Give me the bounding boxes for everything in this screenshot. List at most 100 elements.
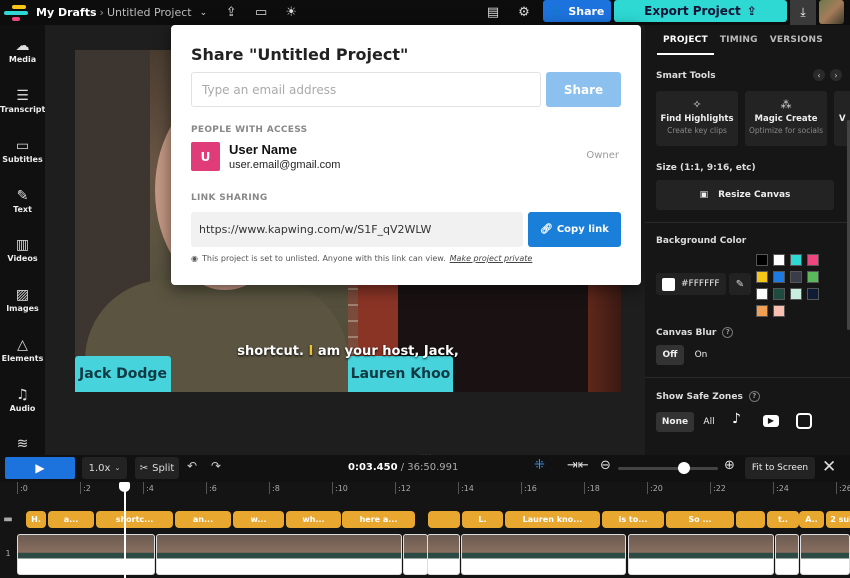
subtitle-clip[interactable]: an... — [175, 511, 231, 528]
safe-zone-none-option[interactable]: None — [656, 412, 694, 432]
redo-icon[interactable]: ↷ — [211, 459, 221, 473]
color-swatch[interactable] — [756, 288, 768, 300]
subtitle-clip[interactable]: a... — [48, 511, 94, 528]
download-button[interactable]: ⤓ — [790, 0, 816, 25]
share-button[interactable]: 👤 Share — [543, 0, 611, 22]
resize-canvas-button[interactable]: ▣ Resize Canvas — [656, 180, 834, 210]
sidebar-item-media[interactable]: ☁ Media — [0, 37, 45, 64]
background-color-input[interactable]: #FFFFFF — [656, 273, 726, 295]
video-clip[interactable] — [461, 534, 626, 575]
sidebar-item-text[interactable]: ✎ Text — [0, 187, 45, 214]
tab-versions[interactable]: VERSIONS — [764, 25, 829, 55]
color-swatch[interactable] — [807, 288, 819, 300]
color-swatch[interactable] — [807, 271, 819, 283]
sidebar-item-layers[interactable]: ≋ — [0, 435, 45, 453]
subtitle-clip[interactable]: A.. — [799, 511, 824, 528]
zoom-out-icon[interactable]: ⊖ — [600, 458, 611, 473]
chevron-down-icon[interactable]: ⌄ — [200, 8, 208, 18]
help-icon[interactable]: ? — [748, 391, 760, 402]
color-swatch[interactable] — [790, 288, 802, 300]
split-button[interactable]: ✂ Split — [135, 457, 179, 479]
color-swatch[interactable] — [807, 254, 819, 266]
name-tag-left[interactable]: Jack Dodge — [75, 356, 171, 392]
gear-icon[interactable]: ⚙ — [516, 5, 532, 20]
color-swatch[interactable] — [773, 305, 785, 317]
subtitle-clip[interactable]: wh... — [286, 511, 341, 528]
find-highlights-tool[interactable]: ✧ Find Highlights Create key clips — [656, 91, 738, 146]
kapwing-logo[interactable] — [4, 2, 32, 24]
subtitle-clip[interactable]: 2 sui — [826, 511, 850, 528]
color-swatch[interactable] — [756, 254, 768, 266]
subtitle-caption[interactable]: shortcut. I am your host, Jack, — [75, 344, 621, 359]
upload-icon[interactable]: ⇪ — [223, 5, 239, 20]
video-clip[interactable] — [403, 534, 428, 575]
sidebar-item-videos[interactable]: ▥ Videos — [0, 236, 45, 263]
playhead-handle[interactable] — [119, 482, 130, 492]
fit-clips-icon[interactable]: ⇥⇤ — [567, 458, 589, 473]
project-name[interactable]: Untitled Project — [107, 6, 192, 19]
subtitle-clip[interactable]: t.. — [767, 511, 799, 528]
snap-icon[interactable]: ⁜ — [534, 458, 545, 473]
subtitle-clip[interactable] — [428, 511, 460, 528]
color-swatch[interactable] — [773, 271, 785, 283]
blur-on-option[interactable]: On — [689, 345, 713, 365]
undo-icon[interactable]: ↶ — [187, 459, 197, 473]
play-button[interactable]: ▶ — [5, 457, 75, 479]
make-private-link[interactable]: Make project private — [450, 254, 533, 263]
subtitle-clip[interactable]: So ... — [666, 511, 734, 528]
tiktok-icon[interactable]: ♪ — [732, 411, 741, 427]
playhead[interactable] — [124, 484, 126, 578]
color-swatch[interactable] — [773, 254, 785, 266]
subtitle-clip[interactable]: H. — [26, 511, 46, 528]
color-swatch[interactable] — [756, 271, 768, 283]
lightbulb-icon[interactable]: ☀ — [283, 5, 299, 20]
help-icon[interactable]: ? — [722, 327, 734, 338]
video-clip[interactable] — [775, 534, 799, 575]
zoom-in-icon[interactable]: ⊕ — [724, 458, 735, 473]
share-link-field[interactable]: https://www.kapwing.com/w/S1F_qV2WLW — [191, 212, 523, 247]
timeline[interactable]: :0:2:4:6:8:10:12:14:16:18:20:22:24:26 ▬ … — [0, 482, 850, 578]
subtitle-clip[interactable]: L. — [462, 511, 503, 528]
sidebar-item-images[interactable]: ▨ Images — [0, 286, 45, 313]
tab-project[interactable]: PROJECT — [657, 25, 714, 55]
copy-link-button[interactable]: 🔗︎ Copy link — [528, 212, 621, 247]
comment-icon[interactable]: ▤ — [485, 5, 501, 20]
subtitle-clip[interactable]: Lauren kno... — [505, 511, 600, 528]
breadcrumb-my-drafts[interactable]: My Drafts — [36, 6, 97, 19]
video-clip[interactable] — [427, 534, 460, 575]
instagram-icon[interactable] — [796, 413, 812, 429]
sidebar-item-audio[interactable]: ♫ Audio — [0, 386, 45, 413]
color-swatch[interactable] — [773, 288, 785, 300]
color-swatch[interactable] — [790, 254, 802, 266]
video-clip[interactable] — [628, 534, 774, 575]
sidebar-item-elements[interactable]: △ Elements — [0, 336, 45, 363]
magic-create-tool[interactable]: ⁂ Magic Create Optimize for socials — [745, 91, 827, 146]
sidebar-item-subtitles[interactable]: ▭ Subtitles — [0, 137, 45, 164]
subtitle-clip[interactable]: shortc... — [96, 511, 173, 528]
sidebar-item-transcript[interactable]: ☰ Transcript — [0, 87, 45, 114]
timeline-ruler[interactable]: :0:2:4:6:8:10:12:14:16:18:20:22:24:26 — [17, 482, 850, 496]
video-clip[interactable] — [800, 534, 850, 575]
chevron-left-icon[interactable]: ‹ — [813, 69, 825, 81]
subtitle-clip[interactable]: here a... — [342, 511, 415, 528]
color-swatch[interactable] — [790, 271, 802, 283]
zoom-slider-knob[interactable] — [678, 462, 690, 474]
subtitle-icon[interactable]: ▭ — [253, 5, 269, 20]
eyedropper-icon[interactable]: ✎ — [729, 273, 751, 295]
tab-timing[interactable]: TIMING — [714, 25, 764, 55]
subtitle-clip[interactable] — [736, 511, 765, 528]
color-swatch[interactable] — [756, 305, 768, 317]
name-tag-right[interactable]: Lauren Khoo — [348, 356, 453, 392]
video-clip[interactable] — [156, 534, 402, 575]
blur-off-option[interactable]: Off — [656, 345, 684, 365]
subtitle-clip[interactable]: w... — [233, 511, 284, 528]
user-avatar[interactable] — [819, 0, 844, 24]
video-clip[interactable] — [17, 534, 155, 575]
fit-to-screen-button[interactable]: Fit to Screen — [745, 457, 815, 479]
email-input[interactable] — [191, 72, 541, 107]
export-project-button[interactable]: Export Project ⇪ — [614, 0, 787, 22]
youtube-icon[interactable]: ▶ — [763, 415, 779, 427]
chevron-right-icon[interactable]: › — [830, 69, 842, 81]
speed-select[interactable]: 1.0x ⌄ — [82, 457, 127, 479]
zoom-slider[interactable] — [618, 467, 718, 470]
